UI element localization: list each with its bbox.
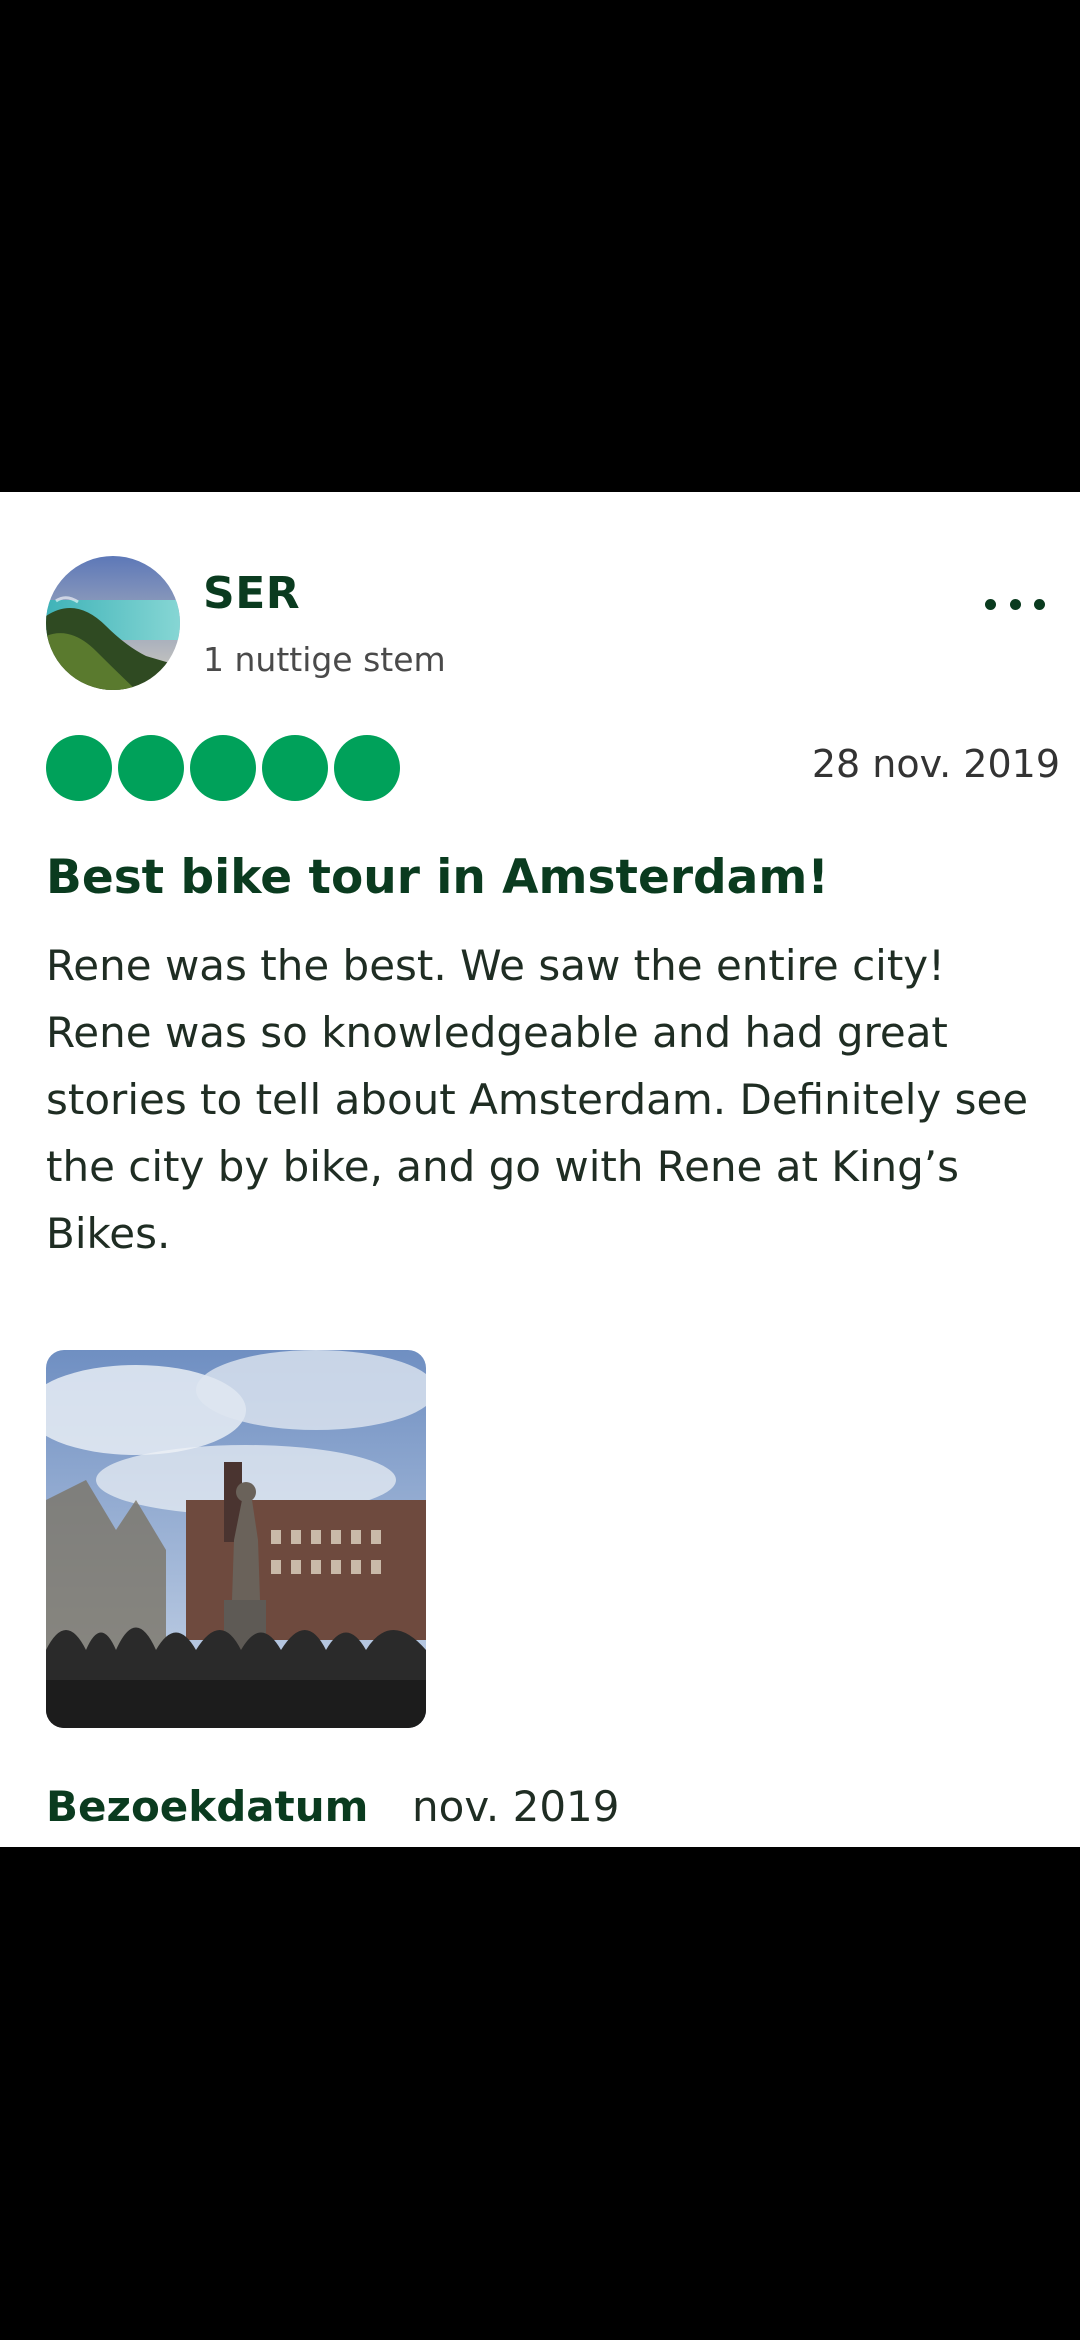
rating-bubble: [262, 735, 328, 801]
rating-bubble: [46, 735, 112, 801]
helpful-votes: 1 nuttige stem: [203, 640, 446, 679]
navigation-area: [0, 1847, 1080, 2340]
author-name[interactable]: SER: [203, 568, 300, 619]
visit-date-value: nov. 2019: [412, 1782, 620, 1831]
review-card: SER 1 nuttige stem 28 nov. 2019 Best bik…: [0, 492, 1080, 1847]
review-date: 28 nov. 2019: [811, 742, 1060, 786]
rating-bubble: [190, 735, 256, 801]
review-body: Rene was the best. We saw the entire cit…: [46, 941, 1029, 1258]
review-title: Best bike tour in Amsterdam!: [46, 850, 829, 905]
review-photo[interactable]: [46, 1350, 426, 1728]
status-area: [0, 0, 1080, 492]
rating-bubbles: [46, 735, 400, 801]
rating-bubble: [118, 735, 184, 801]
visit-date-label: Bezoekdatum: [46, 1782, 369, 1831]
more-options-icon[interactable]: [985, 592, 1045, 616]
rating-bubble: [334, 735, 400, 801]
avatar[interactable]: [46, 556, 180, 690]
